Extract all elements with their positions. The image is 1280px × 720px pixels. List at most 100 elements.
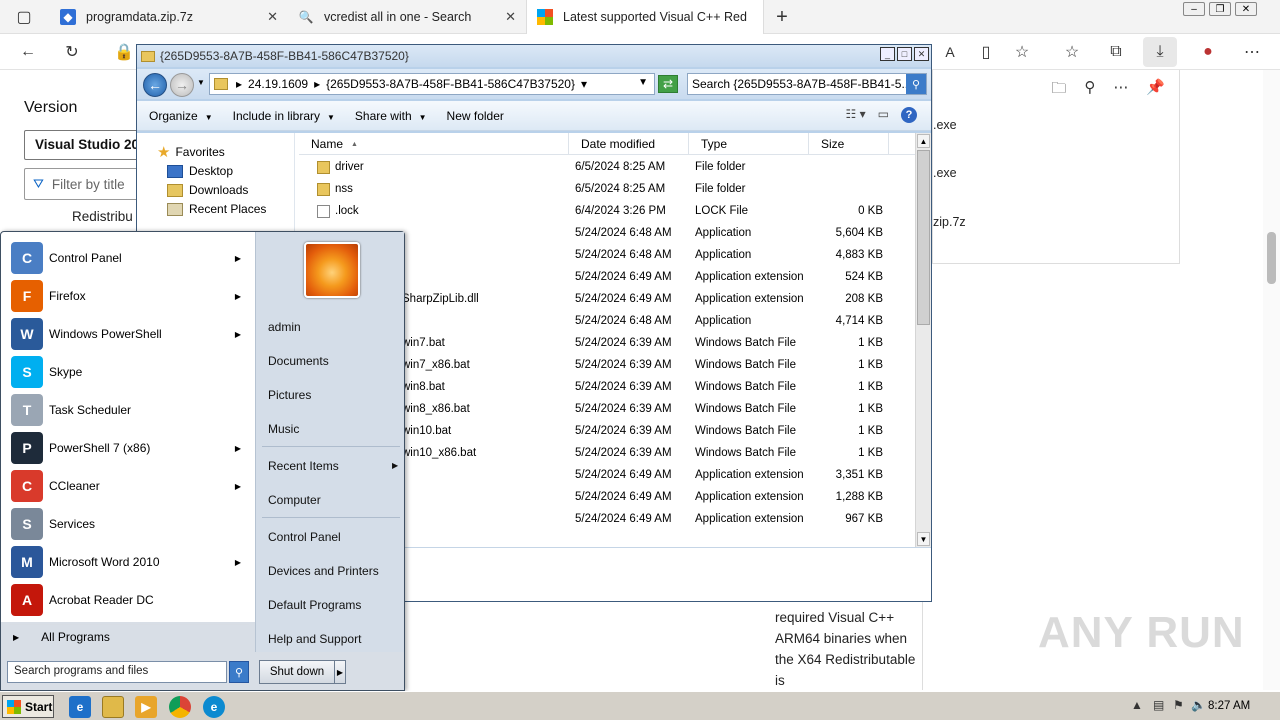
close-window-icon[interactable]: ✕	[1235, 2, 1257, 16]
minimize-icon[interactable]: _	[880, 47, 895, 61]
place-admin[interactable]: admin	[268, 320, 301, 334]
place-music[interactable]: Music	[268, 422, 299, 436]
scroll-up-icon[interactable]: ▲	[917, 134, 930, 148]
flag-icon[interactable]: ⚑	[1173, 698, 1184, 712]
place-recent-items[interactable]: Recent Items ▶	[268, 459, 398, 473]
reload-icon[interactable]: ↻	[60, 40, 84, 64]
close-icon[interactable]: ✕	[267, 9, 278, 25]
start-program-item[interactable]: F Firefox ▶	[11, 278, 251, 314]
page-scrollbar[interactable]	[1263, 70, 1280, 690]
refresh-icon[interactable]: ⇄	[658, 75, 678, 93]
column-type[interactable]: Type	[689, 133, 809, 155]
place-help-support[interactable]: Help and Support	[268, 632, 361, 646]
profile-icon[interactable]: ●	[1196, 40, 1220, 64]
more-icon[interactable]: ⋯	[1113, 78, 1128, 103]
back-icon[interactable]: ←	[143, 73, 167, 97]
user-avatar[interactable]	[304, 242, 360, 298]
place-pictures[interactable]: Pictures	[268, 388, 311, 402]
restore-icon[interactable]: ❐	[1209, 2, 1231, 16]
crumb-arrow-icon[interactable]: ▾	[581, 77, 587, 91]
include-in-library-button[interactable]: Include in library ▼	[233, 109, 335, 123]
media-player-icon[interactable]: ▶	[135, 696, 157, 718]
place-default-programs[interactable]: Default Programs	[268, 598, 361, 612]
file-list-scrollbar[interactable]: ▲ ▼	[915, 133, 931, 547]
tab-visual-cpp[interactable]: Latest supported Visual C++ Red	[526, 0, 764, 34]
close-icon[interactable]: ✕	[505, 9, 516, 25]
crumb-arrow-icon[interactable]: ▸	[314, 77, 320, 91]
start-program-item[interactable]: P PowerShell 7 (x86) ▶	[11, 430, 251, 466]
tab-programdata[interactable]: ◆ programdata.zip.7z ✕	[50, 0, 288, 34]
explorer-title-bar[interactable]: {265D9553-8A7B-458F-BB41-586C47B37520} _…	[137, 45, 931, 67]
start-program-item[interactable]: W Windows PowerShell ▶	[11, 316, 251, 352]
forward-icon[interactable]: →	[170, 73, 194, 97]
start-program-item[interactable]: S Skype	[11, 354, 251, 390]
filter-input[interactable]: ⛛ Filter by title	[24, 168, 154, 200]
chrome-icon[interactable]	[169, 696, 191, 718]
version-select[interactable]: Visual Studio 20	[24, 130, 154, 160]
volume-icon[interactable]: 🔈	[1191, 698, 1206, 712]
ie-icon[interactable]: e	[69, 696, 91, 718]
view-options-icon[interactable]: ☷ ▾	[846, 107, 866, 123]
start-search-input[interactable]: Search programs and files	[7, 661, 227, 683]
more-icon[interactable]: ⋯	[1240, 40, 1264, 64]
address-bar[interactable]: ▸ 24.19.1609 ▸ {265D9553-8A7B-458F-BB41-…	[209, 73, 655, 95]
read-aloud-icon[interactable]: A	[938, 40, 962, 64]
add-favorite-icon[interactable]: ☆	[1010, 40, 1034, 64]
place-devices-printers[interactable]: Devices and Printers	[268, 564, 379, 578]
new-tab-button[interactable]: +	[770, 5, 794, 29]
download-item[interactable]: .exe	[933, 166, 957, 180]
table-row[interactable]: nss 6/5/2024 8:25 AM File folder	[299, 179, 915, 201]
maximize-icon[interactable]: □	[897, 47, 912, 61]
back-icon[interactable]: ←	[16, 40, 40, 64]
new-folder-button[interactable]: New folder	[447, 109, 504, 123]
start-program-item[interactable]: C CCleaner ▶	[11, 468, 251, 504]
nav-desktop[interactable]: Desktop	[167, 164, 233, 178]
edge-icon[interactable]: e	[203, 696, 225, 718]
start-button[interactable]: Start	[2, 695, 54, 718]
search-icon[interactable]: ⚲	[906, 74, 926, 94]
immersive-reader-icon[interactable]: ▯	[974, 40, 998, 64]
recent-pages-icon[interactable]: ▼	[197, 78, 205, 87]
place-control-panel[interactable]: Control Panel	[268, 530, 341, 544]
explorer-search-input[interactable]: Search {265D9553-8A7B-458F-BB41-5... ⚲	[687, 73, 927, 95]
preview-pane-icon[interactable]: ▭	[878, 107, 889, 123]
column-size[interactable]: Size	[809, 133, 889, 155]
start-program-item[interactable]: M Microsoft Word 2010 ▶	[11, 544, 251, 580]
place-computer[interactable]: Computer	[268, 493, 321, 507]
table-row[interactable]: .lock 6/4/2024 3:26 PM LOCK File 0 KB	[299, 201, 915, 223]
explorer-icon[interactable]	[102, 696, 124, 718]
nav-recent-places[interactable]: Recent Places	[167, 202, 266, 216]
crumb-arrow-icon[interactable]: ▸	[236, 77, 242, 91]
scroll-down-icon[interactable]: ▼	[917, 532, 930, 546]
nav-favorites[interactable]: ★ Favorites	[157, 143, 225, 161]
folder-icon[interactable]: 🗀	[1051, 78, 1066, 103]
start-program-item[interactable]: A Acrobat Reader DC	[11, 582, 251, 618]
scrollbar-thumb[interactable]	[917, 150, 930, 325]
search-icon[interactable]: ⚲	[229, 661, 249, 683]
shutdown-button[interactable]: Shut down	[259, 660, 335, 684]
all-programs-button[interactable]: ▶ All Programs	[13, 630, 110, 644]
tab-actions-icon[interactable]: ▢	[12, 5, 36, 29]
column-name[interactable]: Name ▲	[299, 133, 569, 155]
lock-icon[interactable]: 🔒	[112, 40, 136, 64]
download-item[interactable]: .exe	[933, 118, 957, 132]
pin-icon[interactable]: 📌	[1146, 78, 1165, 103]
network-icon[interactable]: ▤	[1153, 698, 1164, 712]
address-dropdown-icon[interactable]: ▼	[638, 77, 648, 88]
collections-icon[interactable]: ⧉	[1104, 40, 1128, 64]
toc-item-redistributable[interactable]: Redistribu	[72, 209, 133, 224]
place-documents[interactable]: Documents	[268, 354, 329, 368]
close-icon[interactable]: ✕	[914, 47, 929, 61]
breadcrumb-item[interactable]: 24.19.1609	[248, 77, 308, 91]
share-with-button[interactable]: Share with ▼	[355, 109, 427, 123]
breadcrumb-item[interactable]: {265D9553-8A7B-458F-BB41-586C47B37520}	[326, 77, 575, 91]
tray-expand-icon[interactable]: ▲	[1131, 698, 1143, 712]
download-item[interactable]: zip.7z	[933, 215, 966, 229]
help-icon[interactable]: ?	[901, 107, 917, 123]
shutdown-options-icon[interactable]: ▶	[334, 660, 346, 684]
favorites-icon[interactable]: ☆	[1060, 40, 1084, 64]
search-icon[interactable]: ⚲	[1084, 78, 1095, 103]
organize-button[interactable]: Organize ▼	[149, 109, 213, 123]
scrollbar-thumb[interactable]	[1267, 232, 1276, 284]
downloads-icon[interactable]: ⤓	[1143, 37, 1177, 67]
